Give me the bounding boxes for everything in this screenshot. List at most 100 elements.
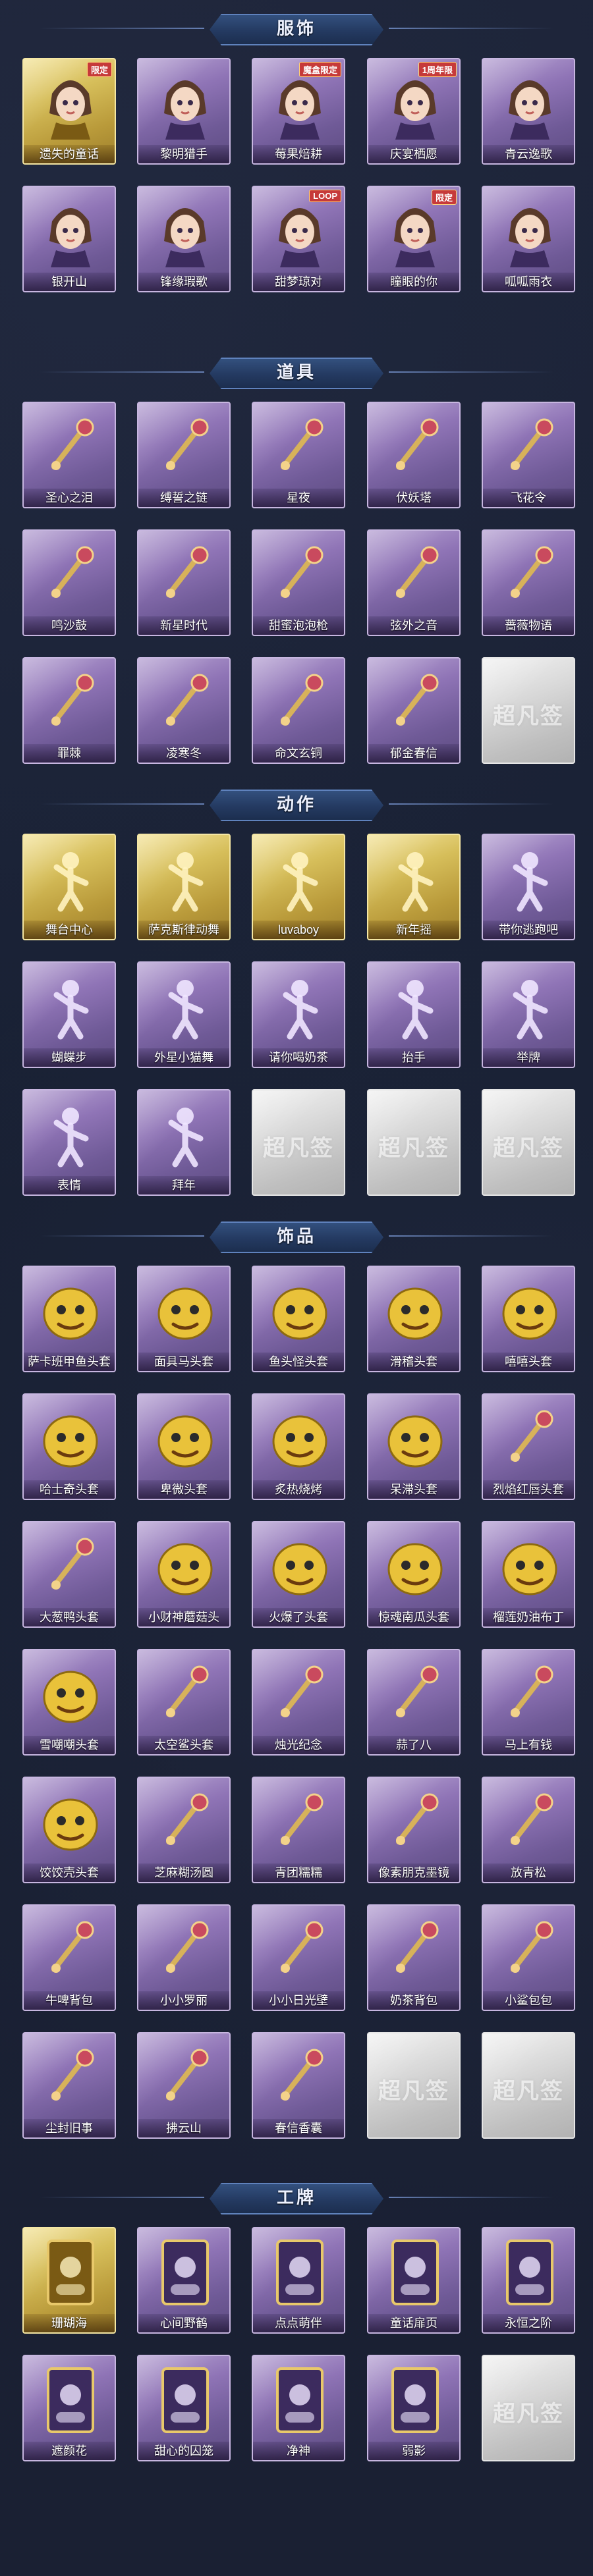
item-card[interactable]: 限定 遗失的童话 bbox=[22, 58, 116, 165]
item-card[interactable]: 罪棘 bbox=[22, 657, 116, 764]
item-card[interactable]: 鱼头怪头套 bbox=[252, 1266, 345, 1372]
item-name: 嘻嘻头套 bbox=[483, 1353, 574, 1371]
item-card[interactable]: 春信香囊 bbox=[252, 2032, 345, 2139]
locked-item-card[interactable]: 超凡签 bbox=[367, 1089, 461, 1196]
item-card[interactable]: 太空鲨头套 bbox=[137, 1649, 231, 1756]
item-card[interactable]: 童话扉页 bbox=[367, 2227, 461, 2334]
tangyuan-icon bbox=[149, 1786, 221, 1858]
item-card[interactable]: 蒜了八 bbox=[367, 1649, 461, 1756]
item-card[interactable]: 限定 瞳眼的你 bbox=[367, 186, 461, 292]
item-card[interactable]: 黎明猎手 bbox=[137, 58, 231, 165]
item-card[interactable]: luvaboy bbox=[252, 834, 345, 940]
item-card[interactable]: 飞花令 bbox=[482, 402, 575, 508]
item-card[interactable]: 郁金春信 bbox=[367, 657, 461, 764]
item-card[interactable]: 嘻嘻头套 bbox=[482, 1266, 575, 1372]
item-card[interactable]: 鸣沙鼓 bbox=[22, 529, 116, 636]
item-card[interactable]: 大葱鸭头套 bbox=[22, 1521, 116, 1628]
item-card[interactable]: 蔷薇物语 bbox=[482, 529, 575, 636]
item-card[interactable]: 舞台中心 bbox=[22, 834, 116, 940]
item-card[interactable]: 命文玄铜 bbox=[252, 657, 345, 764]
item-card[interactable]: 伏妖塔 bbox=[367, 402, 461, 508]
item-name: 火爆了头套 bbox=[253, 1608, 344, 1626]
locked-item-card[interactable]: 超凡签 bbox=[252, 1089, 345, 1196]
item-card[interactable]: 放青松 bbox=[482, 1777, 575, 1883]
item-name: 点点萌伴 bbox=[253, 2314, 344, 2332]
item-card[interactable]: 呱呱雨衣 bbox=[482, 186, 575, 292]
item-card[interactable]: 弱影 bbox=[367, 2355, 461, 2461]
item-card[interactable]: 滑稽头套 bbox=[367, 1266, 461, 1372]
item-card[interactable]: 饺饺壳头套 bbox=[22, 1777, 116, 1883]
item-card[interactable]: 榴莲奶油布丁 bbox=[482, 1521, 575, 1628]
item-card[interactable]: 新年摇 bbox=[367, 834, 461, 940]
item-card[interactable]: 萨卡班甲鱼头套 bbox=[22, 1266, 116, 1372]
item-card[interactable]: 凌寒冬 bbox=[137, 657, 231, 764]
item-card[interactable]: 烛光纪念 bbox=[252, 1649, 345, 1756]
item-card[interactable]: 银开山 bbox=[22, 186, 116, 292]
item-card[interactable]: 缚誓之链 bbox=[137, 402, 231, 508]
locked-item-card[interactable]: 超凡签 bbox=[482, 1089, 575, 1196]
item-card[interactable]: 魔盒限定 莓果焙耕 bbox=[252, 58, 345, 165]
item-card[interactable]: 遮颜花 bbox=[22, 2355, 116, 2461]
item-card[interactable]: 请你喝奶茶 bbox=[252, 961, 345, 1068]
item-card[interactable]: 青云逸歌 bbox=[482, 58, 575, 165]
item-card[interactable]: 烈焰红唇头套 bbox=[482, 1393, 575, 1500]
item-card[interactable]: 牛啤背包 bbox=[22, 1904, 116, 2011]
locked-item-card[interactable]: 超凡签 bbox=[482, 2032, 575, 2139]
item-name: 尘封旧事 bbox=[24, 2119, 115, 2137]
header-divider-left bbox=[40, 371, 204, 373]
item-card[interactable]: 哈士奇头套 bbox=[22, 1393, 116, 1500]
item-card[interactable]: 面具马头套 bbox=[137, 1266, 231, 1372]
item-card[interactable]: 小小罗丽 bbox=[137, 1904, 231, 2011]
item-card[interactable]: 甜心的囚笼 bbox=[137, 2355, 231, 2461]
item-card[interactable]: 心间野鹤 bbox=[137, 2227, 231, 2334]
item-card[interactable]: 珊瑚海 bbox=[22, 2227, 116, 2334]
item-card[interactable]: 拂云山 bbox=[137, 2032, 231, 2139]
item-card[interactable]: 拜年 bbox=[137, 1089, 231, 1196]
item-name: 银开山 bbox=[24, 273, 115, 291]
item-card[interactable]: 萨克斯律动舞 bbox=[137, 834, 231, 940]
pose-face-icon bbox=[34, 1098, 107, 1171]
locked-item-card[interactable]: 超凡签 bbox=[482, 2355, 575, 2461]
item-card[interactable]: 惊魂南瓜头套 bbox=[367, 1521, 461, 1628]
item-card[interactable]: 永恒之阶 bbox=[482, 2227, 575, 2334]
item-card[interactable]: 奶茶背包 bbox=[367, 1904, 461, 2011]
item-card[interactable]: 卑微头套 bbox=[137, 1393, 231, 1500]
thorn-spear-icon bbox=[34, 666, 107, 739]
item-card[interactable]: 炙热烧烤 bbox=[252, 1393, 345, 1500]
item-card[interactable]: 圣心之泪 bbox=[22, 402, 116, 508]
item-card[interactable]: 像素朋克墨镜 bbox=[367, 1777, 461, 1883]
item-card[interactable]: 新星时代 bbox=[137, 529, 231, 636]
item-card[interactable]: 带你逃跑吧 bbox=[482, 834, 575, 940]
item-card[interactable]: 外星小猫舞 bbox=[137, 961, 231, 1068]
item-card[interactable]: 表情 bbox=[22, 1089, 116, 1196]
item-card[interactable]: 呆滞头套 bbox=[367, 1393, 461, 1500]
item-card[interactable]: 星夜 bbox=[252, 402, 345, 508]
locked-item-card[interactable]: 超凡签 bbox=[367, 2032, 461, 2139]
item-card[interactable]: 弦外之音 bbox=[367, 529, 461, 636]
item-card[interactable]: 马上有钱 bbox=[482, 1649, 575, 1756]
item-card[interactable]: 举牌 bbox=[482, 961, 575, 1068]
item-card[interactable]: 芝麻糊汤圆 bbox=[137, 1777, 231, 1883]
item-card[interactable]: 蝴蝶步 bbox=[22, 961, 116, 1068]
item-card[interactable]: 净神 bbox=[252, 2355, 345, 2461]
item-card[interactable]: 尘封旧事 bbox=[22, 2032, 116, 2139]
item-card[interactable]: 锋缘瑕歌 bbox=[137, 186, 231, 292]
coral-card-icon bbox=[34, 2236, 107, 2309]
item-card[interactable]: 甜蜜泡泡枪 bbox=[252, 529, 345, 636]
horse-head-icon bbox=[149, 1275, 221, 1347]
locked-item-card[interactable]: 超凡签 bbox=[482, 657, 575, 764]
item-card[interactable]: 小小日光壁 bbox=[252, 1904, 345, 2011]
item-card[interactable]: 青团糯糯 bbox=[252, 1777, 345, 1883]
item-card[interactable]: 雪嘲嘲头套 bbox=[22, 1649, 116, 1756]
item-card[interactable]: 小鲨包包 bbox=[482, 1904, 575, 2011]
pose-sax-icon bbox=[149, 843, 221, 915]
shark-bag-icon bbox=[494, 1914, 566, 1986]
item-card[interactable]: 1周年限 庆宴栖愿 bbox=[367, 58, 461, 165]
item-card[interactable]: 火爆了头套 bbox=[252, 1521, 345, 1628]
star-staff-icon bbox=[264, 411, 336, 483]
item-name: 雪嘲嘲头套 bbox=[24, 1736, 115, 1754]
item-card[interactable]: 小财神蘑菇头 bbox=[137, 1521, 231, 1628]
item-card[interactable]: LOOP 甜梦琼对 bbox=[252, 186, 345, 292]
item-card[interactable]: 点点萌伴 bbox=[252, 2227, 345, 2334]
item-card[interactable]: 抬手 bbox=[367, 961, 461, 1068]
